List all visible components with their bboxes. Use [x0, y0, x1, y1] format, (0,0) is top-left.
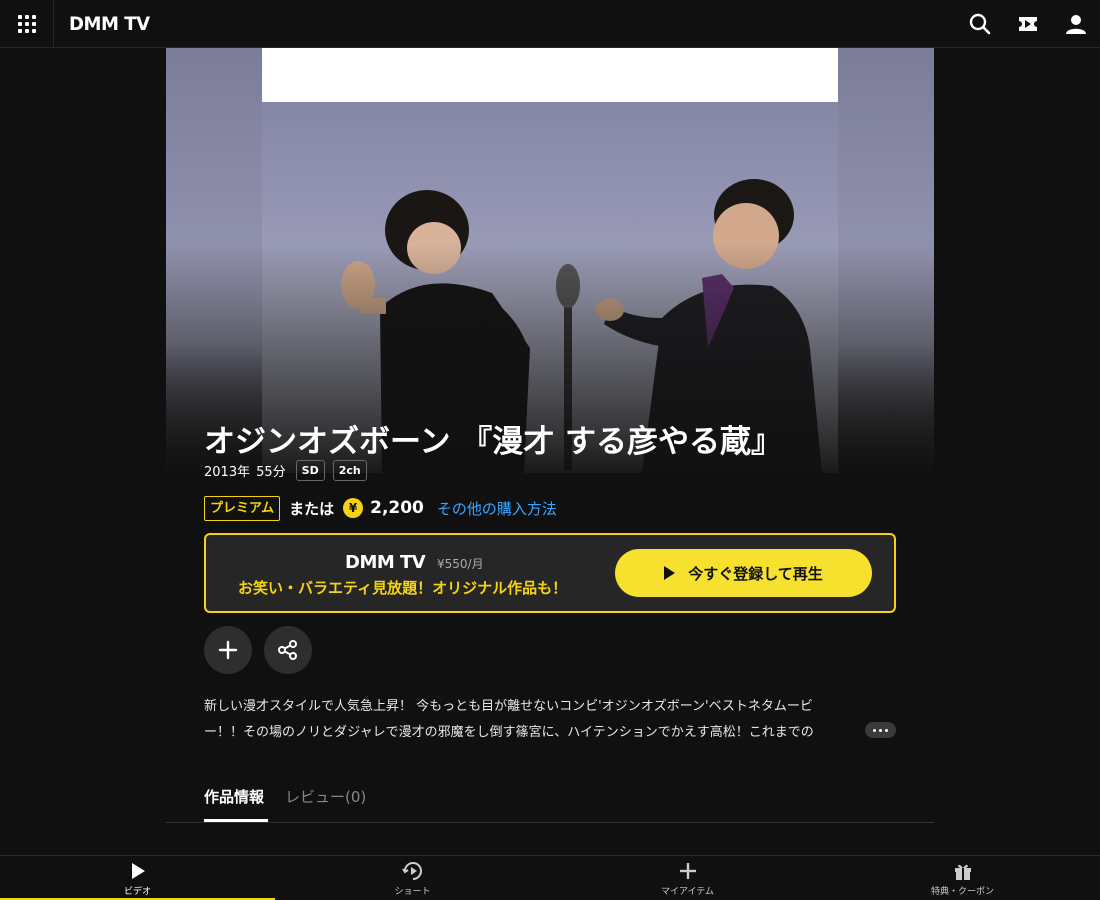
gift-icon	[954, 864, 971, 880]
active-tab-indicator	[204, 819, 268, 822]
nav-my-items[interactable]: マイアイテム	[550, 856, 825, 900]
or-label: または	[289, 499, 335, 518]
audio-badge: 2ch	[332, 460, 367, 481]
top-header: DMM TV	[0, 0, 1100, 48]
add-to-list-button[interactable]	[204, 626, 252, 674]
nav-short[interactable]: ショート	[275, 856, 550, 900]
nav-coupons-label: 特典・クーポン	[930, 886, 994, 897]
plus-icon	[218, 640, 238, 660]
subscribe-play-label: 今すぐ登録して再生	[688, 564, 823, 583]
description-line: 新しい漫才スタイルで人気急上昇！ 今もっとも目が離せないコンビ'オジンオズボーン…	[204, 699, 813, 714]
subscribe-play-button[interactable]: 今すぐ登録して再生	[615, 549, 872, 597]
nav-video-label: ビデオ	[123, 886, 151, 897]
description-line: ー！！その場のノリとダジャレで漫才の邪魔をし倒す篠宮に、ハイテンションでかえす高…	[204, 725, 814, 740]
short-video-icon	[401, 861, 422, 880]
other-purchase-link[interactable]: その他の購入方法	[437, 498, 557, 519]
release-year: 2013年	[204, 465, 251, 480]
menu-grid-icon[interactable]	[0, 0, 54, 48]
nav-short-label: ショート	[394, 886, 431, 897]
user-icon[interactable]	[1064, 12, 1088, 36]
page-title: オジンオズボーン 『漫才 する彦やる蔵』	[204, 424, 783, 460]
search-icon[interactable]	[968, 12, 992, 36]
nav-video[interactable]: ビデオ	[0, 856, 275, 900]
play-icon	[664, 566, 676, 580]
ticket-icon[interactable]	[1016, 12, 1040, 36]
content-tabs: 作品情報 レビュー(0)	[166, 777, 934, 823]
yen-coin-icon: ¥	[343, 498, 364, 518]
ellipsis-icon	[873, 728, 876, 732]
subscription-promo: DMM TV ¥550/月 お笑い・バラエティ見放題！オリジナル作品も！ 今すぐ…	[204, 533, 896, 613]
play-icon	[131, 862, 145, 879]
dmm-tv-logo[interactable]: DMM TV	[69, 13, 150, 35]
plus-icon	[679, 862, 696, 879]
premium-badge: プレミアム	[204, 495, 281, 521]
hero-image	[166, 48, 934, 473]
tab-reviews[interactable]: レビュー(0)	[285, 786, 366, 807]
share-icon	[278, 640, 297, 660]
tab-work-info[interactable]: 作品情報	[204, 786, 264, 807]
duration: 55分	[256, 465, 286, 480]
promo-tagline: お笑い・バラエティ見放題！オリジナル作品も！	[238, 579, 568, 597]
more-description-button[interactable]	[865, 722, 896, 738]
promo-monthly-price: ¥550/月	[437, 557, 484, 571]
nav-coupons[interactable]: 特典・クーポン	[825, 856, 1100, 900]
bottom-navigation: ビデオ ショート マイアイテム 特典・クーポン	[0, 855, 1100, 900]
nav-my-items-label: マイアイテム	[660, 886, 715, 897]
price-value: 2,200	[370, 498, 424, 518]
description: 新しい漫才スタイルで人気急上昇！ 今もっとも目が離せないコンビ'オジンオズボーン…	[204, 694, 896, 746]
meta-info: 2013年 55分 SD 2ch	[204, 460, 375, 481]
quality-badge: SD	[295, 460, 325, 481]
price-row: プレミアム または ¥ 2,200 その他の購入方法	[204, 495, 557, 521]
share-button[interactable]	[264, 626, 312, 674]
promo-logo: DMM TV	[345, 552, 426, 573]
